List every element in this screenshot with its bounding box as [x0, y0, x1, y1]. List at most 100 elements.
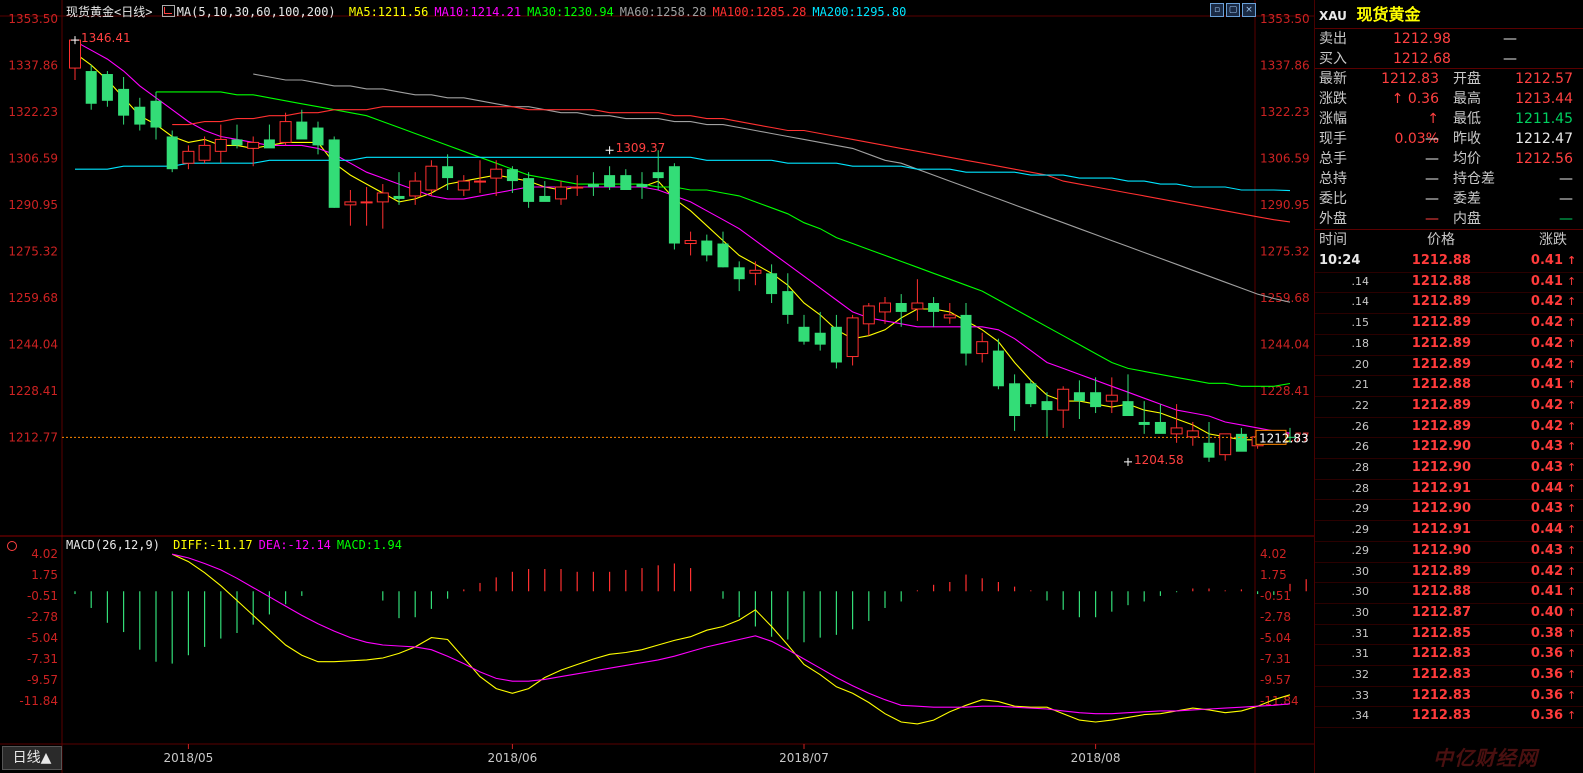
trade-row[interactable]: .22 1212.89 0.42 ↑ — [1315, 396, 1583, 417]
trade-price: 1212.89 — [1411, 335, 1471, 351]
trade-price: 1212.89 — [1411, 294, 1471, 310]
quote-row: 涨跌 ↑ 0.36 最高 1213.44 — [1319, 89, 1581, 109]
quote-value: — — [1425, 131, 1439, 147]
trade-time: .26 — [1351, 419, 1370, 433]
trade-row[interactable]: .14 1212.88 0.41 ↑ — [1315, 272, 1583, 293]
trade-row[interactable]: .31 1212.85 0.38 ↑ — [1315, 624, 1583, 645]
trade-change: 0.42 — [1530, 418, 1563, 434]
quote-value: — — [1425, 171, 1439, 187]
candle-body-down — [231, 139, 243, 146]
instrument-name: 现货黄金 — [1356, 5, 1421, 24]
candle-body-up — [490, 168, 503, 179]
trade-row[interactable]: .28 1212.90 0.43 ↑ — [1315, 458, 1583, 479]
trade-row[interactable]: 10:24 1212.88 0.41 ↑ — [1315, 251, 1583, 272]
candle-body-up — [1170, 427, 1183, 435]
x-tick-label: 2018/07 — [779, 751, 829, 765]
quote-label: 开盘 — [1453, 71, 1481, 87]
trade-price: 1212.83 — [1411, 687, 1471, 703]
close-icon[interactable]: × — [1242, 3, 1256, 17]
trade-row[interactable]: .15 1212.89 0.42 ↑ — [1315, 313, 1583, 334]
trade-change: 0.41 — [1530, 377, 1563, 393]
trade-time: .18 — [1351, 336, 1370, 350]
ma-settings-icon[interactable] — [161, 5, 175, 17]
trade-row[interactable]: .30 1212.87 0.40 ↑ — [1315, 603, 1583, 624]
macd-line-diff — [171, 553, 1291, 725]
macd-y-tick-left: -11.84 — [19, 694, 58, 708]
maximize-icon[interactable]: ▢ — [1226, 3, 1240, 17]
last-price-label: 1212.83 — [1259, 431, 1309, 445]
kline-chart-canvas[interactable]: 1353.50 1353.50 1337.86 1337.86 1322.23 1322.… — [0, 0, 1314, 773]
candle-body-up — [279, 121, 292, 143]
period-button[interactable]: 日线▲ — [2, 746, 62, 770]
trade-change: 0.43 — [1530, 460, 1563, 475]
trade-row[interactable]: .29 1212.90 0.43 ↑ — [1315, 499, 1583, 520]
trade-time: .31 — [1351, 647, 1370, 661]
trade-price: 1212.89 — [1411, 563, 1471, 579]
trade-row[interactable]: .30 1212.89 0.42 ↑ — [1315, 562, 1583, 583]
macd-legend-item: MACD:1.94 — [336, 538, 402, 552]
trade-row[interactable]: .29 1212.91 0.44 ↑ — [1315, 520, 1583, 541]
trade-row[interactable]: .20 1212.89 0.42 ↑ — [1315, 355, 1583, 376]
candle-body-down — [1025, 383, 1037, 405]
restore-icon[interactable]: ▫ — [1210, 3, 1224, 17]
ma-legend-item: MA30:1230.94 — [527, 5, 614, 19]
trade-row[interactable]: .34 1212.83 0.36 ↑ — [1315, 706, 1583, 727]
candle-body-down — [652, 172, 664, 179]
trade-row[interactable]: .18 1212.89 0.42 ↑ — [1315, 334, 1583, 355]
up-arrow-icon: ↑ — [1567, 668, 1577, 681]
trade-row[interactable]: .26 1212.90 0.43 ↑ — [1315, 437, 1583, 458]
quote-row: 总持 — 持仓差 — — [1319, 169, 1581, 189]
trade-row[interactable]: .29 1212.90 0.43 ↑ — [1315, 541, 1583, 562]
macd-params: MACD(26,12,9) — [66, 538, 160, 552]
up-arrow-icon: ↑ — [1567, 502, 1577, 516]
trade-price: 1212.91 — [1411, 522, 1471, 538]
candle-body-up — [684, 240, 697, 245]
quote-label: 涨跌 — [1319, 91, 1347, 107]
up-arrow-icon: ↑ — [1567, 254, 1577, 267]
macd-y-tick-right: -2.78 — [1260, 610, 1291, 624]
trade-change: 0.42 — [1530, 335, 1563, 351]
quote-label: 外盘 — [1319, 211, 1347, 227]
ma-legend-item: MA60:1258.28 — [619, 5, 707, 19]
macd-settings-icon[interactable] — [7, 541, 17, 551]
candle-body-down — [134, 106, 146, 125]
candle-body-up — [1057, 388, 1070, 411]
trade-time: .29 — [1351, 502, 1370, 516]
up-arrow-icon: ↑ — [1567, 605, 1577, 619]
candle-body-down — [539, 195, 551, 202]
trade-row[interactable]: .32 1212.83 0.36 ↑ — [1315, 665, 1583, 686]
trade-time: .14 — [1351, 295, 1370, 309]
trade-price: 1212.89 — [1411, 315, 1471, 331]
ask-value: 1212.68 — [1393, 51, 1451, 67]
high-annotation: 1346.41 — [81, 31, 131, 45]
trade-time: .33 — [1351, 688, 1370, 702]
trade-row[interactable]: .30 1212.88 0.41 ↑ — [1315, 582, 1583, 603]
trade-time: .30 — [1351, 564, 1370, 578]
trade-price: 1212.88 — [1411, 253, 1471, 268]
trade-row[interactable]: .14 1212.89 0.42 ↑ — [1315, 292, 1583, 313]
candle-body-down — [587, 184, 599, 188]
candle-body-down — [668, 166, 680, 244]
trade-row[interactable]: .28 1212.91 0.44 ↑ — [1315, 479, 1583, 500]
ma-legend-item: MA10:1214.21 — [434, 5, 522, 19]
ma-values-legend: MA5:1211.56 MA10:1214.21 MA30:1230.94 MA60:… — [343, 5, 906, 19]
up-arrow-icon: ↑ — [1567, 709, 1577, 723]
trade-time: .30 — [1351, 585, 1370, 599]
macd-y-tick-left: -9.57 — [27, 673, 58, 687]
trade-row[interactable]: .33 1212.83 0.36 ↑ — [1315, 686, 1583, 707]
macd-legend-item: DEA:-12.14 — [258, 538, 331, 552]
trade-row[interactable]: .26 1212.89 0.42 ↑ — [1315, 417, 1583, 438]
macd-y-tick-right: -7.31 — [1260, 652, 1291, 666]
trade-price: 1212.87 — [1411, 604, 1471, 620]
up-arrow-icon: ↑ — [1567, 357, 1577, 371]
trade-price: 1212.88 — [1411, 273, 1471, 289]
trade-row[interactable]: .31 1212.83 0.36 ↑ — [1315, 644, 1583, 665]
up-arrow-icon: ↑ — [1567, 626, 1577, 640]
candle-body-up — [214, 138, 227, 152]
y-tick-label-right: 1322.23 — [1260, 105, 1310, 119]
trade-row[interactable]: .21 1212.88 0.41 ↑ — [1315, 375, 1583, 396]
up-arrow-icon: ↑ — [1567, 398, 1577, 412]
macd-values-legend: DIFF:-11.17 DEA:-12.14 MACD:1.94 — [167, 538, 402, 552]
y-tick-label-left: 1290.95 — [8, 198, 58, 212]
candle-body-up — [69, 39, 81, 69]
